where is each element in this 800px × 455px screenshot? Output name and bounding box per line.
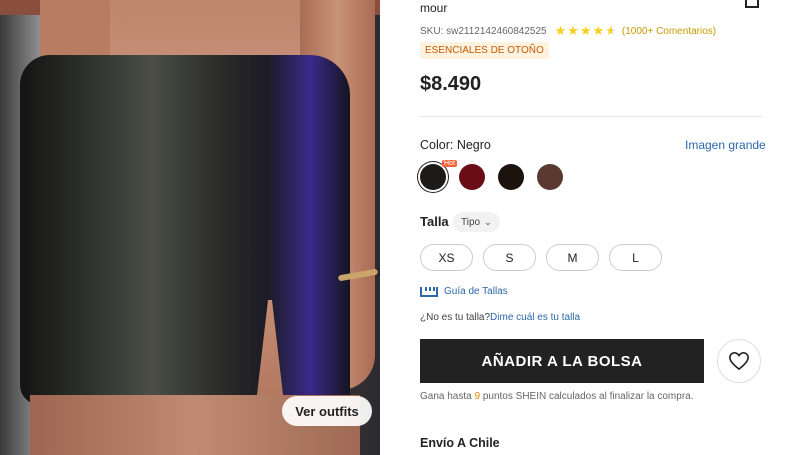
size-option-s[interactable]: S	[483, 244, 536, 271]
rating-stars-icon: ★★★★ ★	[554, 23, 618, 38]
product-image[interactable]: Ver outfits	[0, 0, 380, 455]
divider	[420, 116, 762, 117]
ruler-icon	[420, 286, 438, 297]
color-swatches	[420, 164, 563, 190]
size-type-dropdown[interactable]: Tipo ⌄	[453, 212, 500, 232]
size-label: Talla	[420, 214, 449, 229]
product-page: Ver outfits mour SKU: sw2112142460842525…	[0, 0, 800, 455]
price: $8.490	[420, 73, 482, 95]
shipping-title: Envío A Chile	[420, 436, 500, 450]
points-info: Gana hasta 9 puntos SHEIN calculados al …	[420, 391, 694, 402]
size-options: XS S M L	[420, 244, 662, 271]
reviews-link[interactable]: (1000+ Comentarios)	[622, 26, 716, 37]
color-label-text: Color:	[420, 138, 454, 152]
size-option-xs[interactable]: XS	[420, 244, 473, 271]
big-image-link[interactable]: Imagen grande	[685, 138, 766, 152]
color-label: Color: Negro	[420, 138, 491, 152]
season-badge: ESENCIALES DE OTOÑO	[420, 42, 549, 59]
fit-question-text: ¿No es tu talla?	[420, 312, 491, 323]
heart-icon	[729, 351, 749, 371]
product-info: mour SKU: sw2112142460842525 ★★★★ ★ (1000…	[420, 0, 780, 455]
swatch-burgundy[interactable]	[459, 164, 485, 190]
swatch-brown[interactable]	[537, 164, 563, 190]
leather-skirt	[20, 55, 350, 405]
size-guide-text: Guía de Tallas	[444, 286, 508, 297]
view-outfits-button[interactable]: Ver outfits	[282, 396, 372, 426]
size-type-label: Tipo	[461, 216, 481, 228]
points-number: 9	[474, 391, 481, 402]
points-suffix: puntos SHEIN calculados al finalizar la …	[482, 391, 694, 402]
size-option-m[interactable]: M	[546, 244, 599, 271]
swatch-black[interactable]	[420, 164, 446, 190]
size-option-l[interactable]: L	[609, 244, 662, 271]
sku-text: SKU: sw2112142460842525	[420, 25, 547, 37]
points-prefix: Gana hasta	[420, 391, 472, 402]
size-guide-link[interactable]: Guía de Tallas	[420, 286, 508, 297]
add-to-bag-button[interactable]: AÑADIR A LA BOLSA	[420, 339, 704, 383]
chevron-down-icon: ⌄	[484, 216, 492, 227]
fit-finder-link[interactable]: Dime cuál es tu talla	[490, 312, 580, 323]
share-icon[interactable]	[745, 0, 759, 8]
swatch-dark-brown[interactable]	[498, 164, 524, 190]
fit-question: ¿No es tu talla?Dime cuál es tu talla	[420, 312, 580, 323]
sku-rating-row: SKU: sw2112142460842525 ★★★★ ★ (1000+ Com…	[420, 23, 716, 39]
wishlist-button[interactable]	[717, 339, 761, 383]
color-value: Negro	[456, 138, 491, 152]
hot-tag: Hot	[442, 160, 457, 167]
product-title: mour	[420, 1, 448, 15]
